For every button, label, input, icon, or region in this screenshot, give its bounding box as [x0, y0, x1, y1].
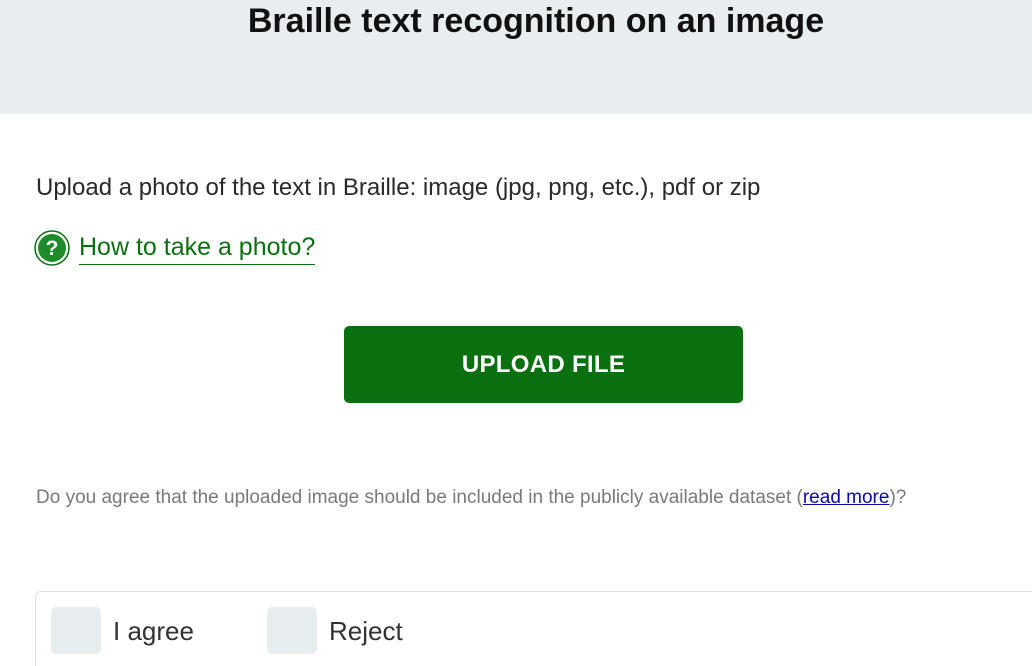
how-to-take-photo-link[interactable]: How to take a photo? — [79, 231, 316, 265]
agree-checkbox[interactable] — [51, 607, 101, 654]
read-more-link[interactable]: read more — [803, 487, 890, 508]
agree-option[interactable]: I agree — [51, 607, 194, 654]
reject-label: Reject — [329, 615, 403, 646]
consent-options: I agree Reject — [35, 591, 1032, 666]
question-circle-icon[interactable]: ? — [34, 230, 70, 266]
reject-option[interactable]: Reject — [267, 607, 403, 654]
reject-checkbox[interactable] — [267, 607, 317, 654]
svg-text:?: ? — [46, 237, 59, 260]
upload-instructions: Upload a photo of the text in Braille: i… — [36, 174, 761, 201]
agree-label: I agree — [113, 615, 194, 646]
consent-text-before: Do you agree that the uploaded image sho… — [36, 487, 803, 508]
upload-file-button[interactable]: UPLOAD FILE — [344, 326, 743, 403]
help-row: ? How to take a photo? — [34, 228, 316, 268]
header: Braille text recognition on an image — [0, 0, 1032, 114]
page-title: Braille text recognition on an image — [247, 2, 825, 40]
dataset-consent-question: Do you agree that the uploaded image sho… — [36, 484, 1026, 512]
page: Braille text recognition on an image Upl… — [0, 0, 1032, 666]
consent-text-after: )? — [889, 487, 907, 508]
